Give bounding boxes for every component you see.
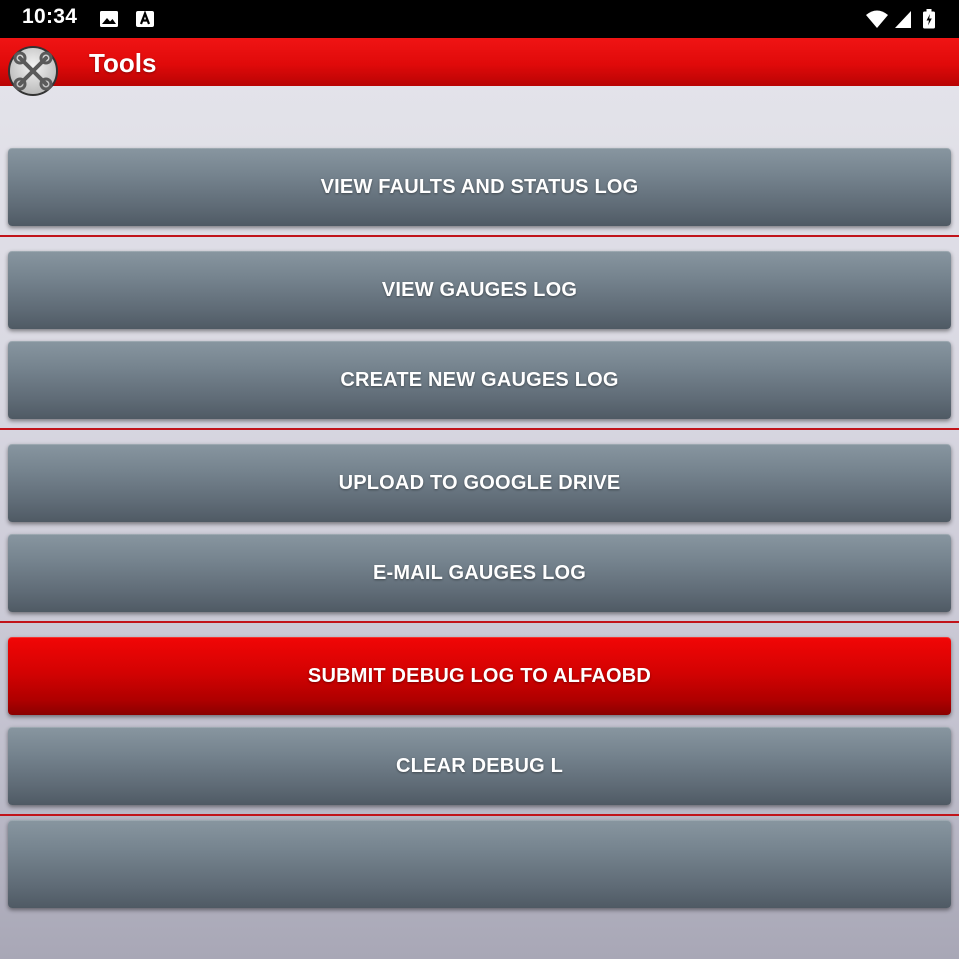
section-divider (0, 428, 959, 430)
wifi-icon (866, 10, 888, 28)
empty-button[interactable] (8, 820, 951, 908)
create-new-gauges-log-button[interactable]: CREATE NEW GAUGES LOG (8, 341, 951, 419)
section-divider (0, 621, 959, 623)
app-title: Tools (89, 48, 157, 78)
status-bar: 10:34 (0, 0, 959, 38)
signal-icon (895, 11, 911, 28)
view-faults-and-status-log-button[interactable]: VIEW FAULTS AND STATUS LOG (8, 148, 951, 226)
status-time: 10:34 (22, 5, 78, 28)
clear-debug-log-button[interactable]: CLEAR DEBUG L (8, 727, 951, 805)
email-gauges-log-button[interactable]: E-MAIL GAUGES LOG (8, 534, 951, 612)
crossed-wrenches-logo-icon[interactable] (7, 45, 59, 97)
section-divider (0, 235, 959, 237)
section-divider (0, 814, 959, 816)
image-notification-icon (100, 11, 118, 27)
submit-debug-log-button[interactable]: SUBMIT DEBUG LOG TO ALFAOBD (8, 637, 951, 715)
upload-to-google-drive-button[interactable]: UPLOAD TO GOOGLE DRIVE (8, 444, 951, 522)
battery-icon (923, 9, 935, 29)
view-gauges-log-button[interactable]: VIEW GAUGES LOG (8, 251, 951, 329)
a-notification-icon (136, 10, 154, 27)
